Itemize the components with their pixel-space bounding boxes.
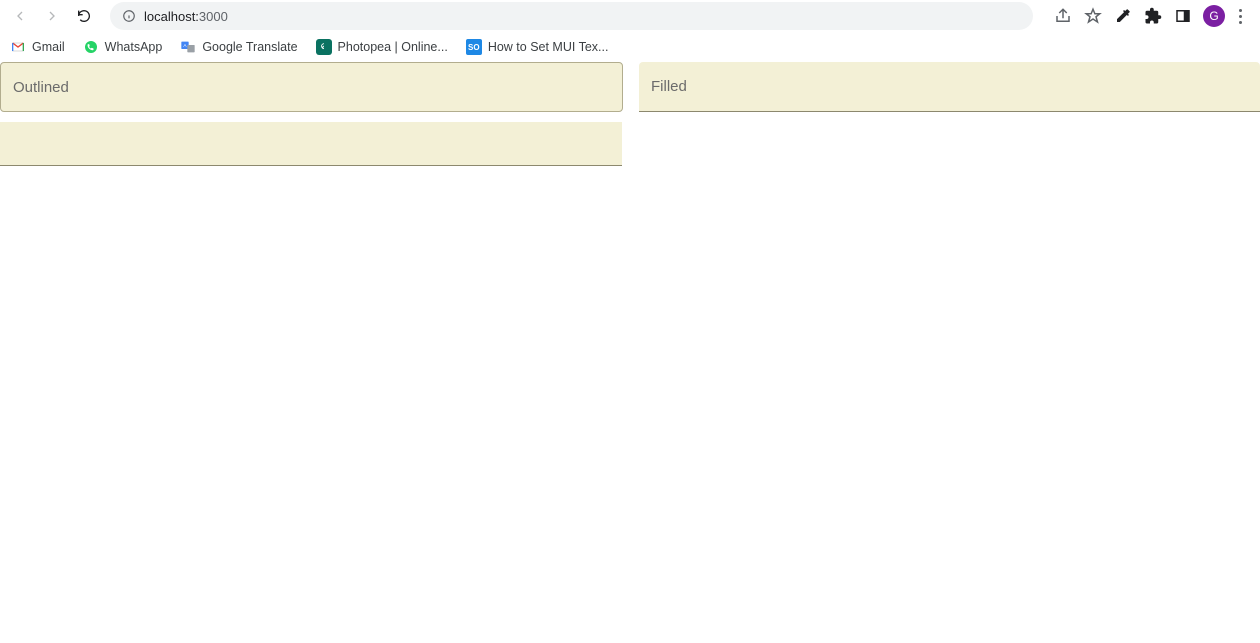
dot-icon (1239, 21, 1242, 24)
profile-avatar[interactable]: G (1203, 5, 1225, 27)
dot-icon (1239, 9, 1242, 12)
avatar-initial: G (1209, 9, 1218, 23)
eyedropper-button[interactable] (1113, 6, 1133, 26)
bookmark-gmail[interactable]: Gmail (10, 39, 65, 55)
google-translate-icon: A (180, 39, 196, 55)
eyedropper-icon (1114, 7, 1132, 25)
bookmark-photopea[interactable]: Photopea | Online... (316, 39, 448, 55)
forward-button[interactable] (40, 4, 64, 28)
url-text: localhost:3000 (144, 9, 228, 24)
bookmarks-bar: Gmail WhatsApp A Google Translate Photop… (0, 32, 1260, 62)
arrow-right-icon (44, 8, 60, 24)
extensions-button[interactable] (1143, 6, 1163, 26)
photopea-icon (316, 39, 332, 55)
puzzle-icon (1144, 7, 1162, 25)
chrome-menu-button[interactable] (1235, 9, 1246, 24)
back-button[interactable] (8, 4, 32, 28)
bookmark-label: Gmail (32, 40, 65, 54)
textfield-label: Filled (651, 78, 687, 95)
share-icon (1054, 7, 1072, 25)
share-button[interactable] (1053, 6, 1073, 26)
page-content: Outlined Filled (0, 62, 1260, 166)
textfield-label: Outlined (13, 79, 69, 96)
textfield-outlined[interactable]: Outlined (0, 62, 623, 112)
gmail-icon (10, 39, 26, 55)
dot-icon (1239, 15, 1242, 18)
bookmark-star-button[interactable] (1083, 6, 1103, 26)
bookmark-label: WhatsApp (105, 40, 163, 54)
arrow-left-icon (12, 8, 28, 24)
bookmark-label: Photopea | Online... (338, 40, 448, 54)
bookmark-google-translate[interactable]: A Google Translate (180, 39, 297, 55)
bookmark-mui-tutorial[interactable]: SO How to Set MUI Tex... (466, 39, 609, 55)
omnibox[interactable]: localhost:3000 (110, 2, 1033, 30)
toolbar-right: G (1047, 5, 1252, 27)
reload-button[interactable] (72, 4, 96, 28)
whatsapp-icon (83, 39, 99, 55)
panel-button[interactable] (1173, 6, 1193, 26)
textfield-standard[interactable] (0, 122, 622, 166)
browser-toolbar: localhost:3000 G (0, 0, 1260, 32)
stackoverflow-icon: SO (466, 39, 482, 55)
textfield-filled[interactable]: Filled (639, 62, 1260, 112)
textfield-row: Outlined Filled (0, 62, 1260, 112)
panel-icon (1174, 7, 1192, 25)
bookmark-whatsapp[interactable]: WhatsApp (83, 39, 163, 55)
bookmark-label: Google Translate (202, 40, 297, 54)
bookmark-label: How to Set MUI Tex... (488, 40, 609, 54)
star-icon (1084, 7, 1102, 25)
site-info-icon (122, 9, 136, 23)
reload-icon (76, 8, 92, 24)
